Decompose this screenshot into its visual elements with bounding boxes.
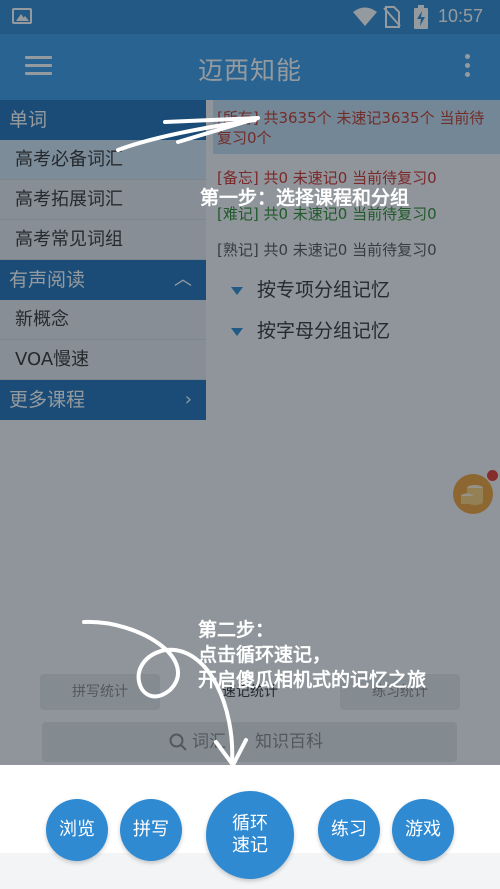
tutorial-step2-line3: 开启傻瓜相机式的记忆之旅 [198, 669, 427, 691]
tutorial-step2-line2: 点击循环速记， [198, 644, 332, 666]
tutorial-step2: 第二步： 点击循环速记， 开启傻瓜相机式的记忆之旅 [198, 618, 426, 693]
tutorial-step1: 第一步：选择课程和分组 [200, 187, 410, 209]
tutorial-arrows [82, 116, 260, 767]
arrow-step1-head [163, 116, 260, 144]
tutorial-step2-line1: 第二步： [198, 619, 275, 641]
